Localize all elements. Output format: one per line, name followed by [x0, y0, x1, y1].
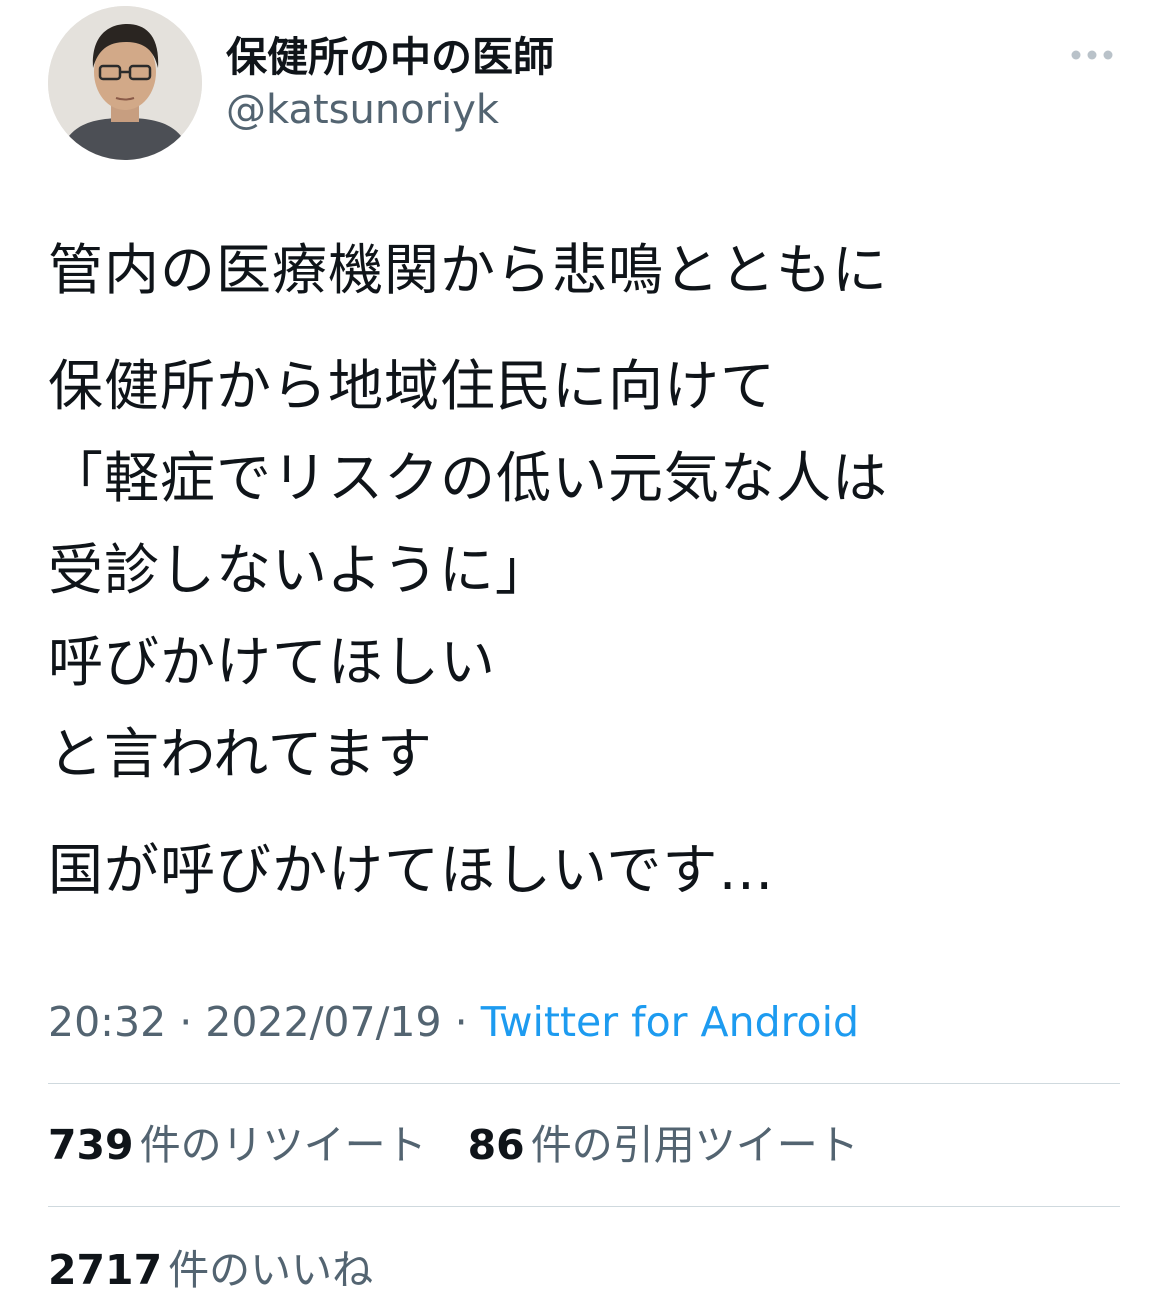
- tweet-line: 国が呼びかけてほしいです…: [48, 838, 775, 902]
- avatar[interactable]: [48, 6, 202, 160]
- tweet-header: 保健所の中の医師 @katsunoriyk: [48, 6, 1122, 160]
- retweets-stat[interactable]: 739 件のリツイート: [48, 1117, 427, 1173]
- meta-separator: ·: [441, 998, 481, 1046]
- like-count: 2717: [48, 1246, 163, 1294]
- quotes-stat[interactable]: 86 件の引用ツイート: [468, 1117, 859, 1173]
- retweet-count: 739: [48, 1121, 134, 1169]
- meta-separator: ·: [166, 998, 206, 1046]
- tweet-paragraph: 保健所から地域住民に向けて 「軽症でリスクの低い元気な人は 受診しないように」 …: [48, 340, 1128, 800]
- tweet-paragraph: 管内の医療機関から悲鳴とともに: [48, 224, 1128, 316]
- divider: [48, 1206, 1120, 1207]
- tweet-line: 保健所から地域住民に向けて: [48, 354, 777, 418]
- tweet-date[interactable]: 2022/07/19: [205, 998, 441, 1046]
- quote-label: 件の引用ツイート: [530, 1121, 859, 1169]
- stats-row: 2717 件のいいね: [48, 1242, 401, 1298]
- divider: [48, 1083, 1120, 1084]
- retweet-label: 件のリツイート: [139, 1121, 427, 1169]
- more-options-icon: [1071, 50, 1113, 60]
- author-handle[interactable]: @katsunoriyk: [226, 84, 554, 136]
- tweet-line: と言われてます: [48, 722, 433, 786]
- tweet-paragraph: 国が呼びかけてほしいです…: [48, 824, 1128, 916]
- more-options-button[interactable]: [1066, 40, 1118, 70]
- author-info: 保健所の中の医師 @katsunoriyk: [226, 32, 554, 136]
- tweet-text: 管内の医療機関から悲鳴とともに 保健所から地域住民に向けて 「軽症でリスクの低い…: [48, 224, 1128, 916]
- avatar-photo: [48, 6, 202, 160]
- stats-row: 739 件のリツイート 86 件の引用ツイート: [48, 1117, 887, 1173]
- tweet-time[interactable]: 20:32: [48, 998, 166, 1046]
- like-label: 件のいいね: [168, 1246, 374, 1294]
- tweet-meta: 20:32 · 2022/07/19 · Twitter for Android: [48, 994, 859, 1050]
- tweet-source-link[interactable]: Twitter for Android: [481, 998, 859, 1046]
- tweet-line: 「軽症でリスクの低い元気な人は: [48, 446, 889, 510]
- tweet-line: 受診しないように」: [48, 538, 551, 602]
- likes-stat[interactable]: 2717 件のいいね: [48, 1242, 373, 1298]
- author-display-name[interactable]: 保健所の中の医師: [226, 32, 554, 82]
- tweet-line: 呼びかけてほしい: [48, 630, 497, 694]
- quote-count: 86: [467, 1121, 525, 1169]
- tweet-line: 管内の医療機関から悲鳴とともに: [48, 238, 889, 302]
